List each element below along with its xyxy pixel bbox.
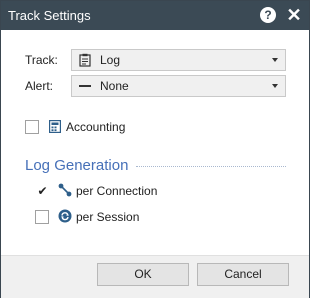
accounting-label: Accounting	[66, 120, 126, 134]
session-icon	[58, 209, 72, 223]
dialog-title: Track Settings	[8, 8, 91, 23]
alert-select[interactable]: None	[71, 75, 286, 97]
cancel-button[interactable]: Cancel	[197, 263, 289, 286]
dash-icon	[79, 85, 91, 87]
ok-button[interactable]: OK	[97, 263, 189, 286]
section-divider	[136, 166, 286, 167]
title-bar: Track Settings ? ✕	[1, 1, 309, 30]
close-icon[interactable]: ✕	[283, 4, 305, 26]
checkmark-icon: ✔	[37, 184, 48, 198]
track-label: Track:	[25, 53, 58, 67]
notepad-icon	[79, 53, 91, 67]
dialog-footer: OK Cancel	[1, 255, 309, 298]
alert-value: None	[100, 79, 129, 93]
track-settings-dialog: Track Settings ? ✕ Track: Log Alert: Non…	[0, 0, 310, 298]
track-value: Log	[100, 53, 121, 67]
accounting-checkbox[interactable]	[25, 120, 39, 134]
per-session-checkbox[interactable]	[35, 210, 49, 224]
alert-label: Alert:	[25, 79, 54, 93]
calculator-icon	[49, 120, 61, 133]
per-session-label: per Session	[76, 210, 140, 224]
log-generation-heading: Log Generation	[25, 157, 129, 174]
chevron-down-icon	[272, 84, 278, 88]
help-icon[interactable]: ?	[260, 7, 276, 23]
per-connection-checkbox[interactable]: ✔	[35, 184, 49, 198]
chevron-down-icon	[272, 58, 278, 62]
track-select[interactable]: Log	[71, 49, 286, 71]
per-connection-label: per Connection	[76, 184, 158, 198]
connection-icon	[58, 183, 72, 197]
